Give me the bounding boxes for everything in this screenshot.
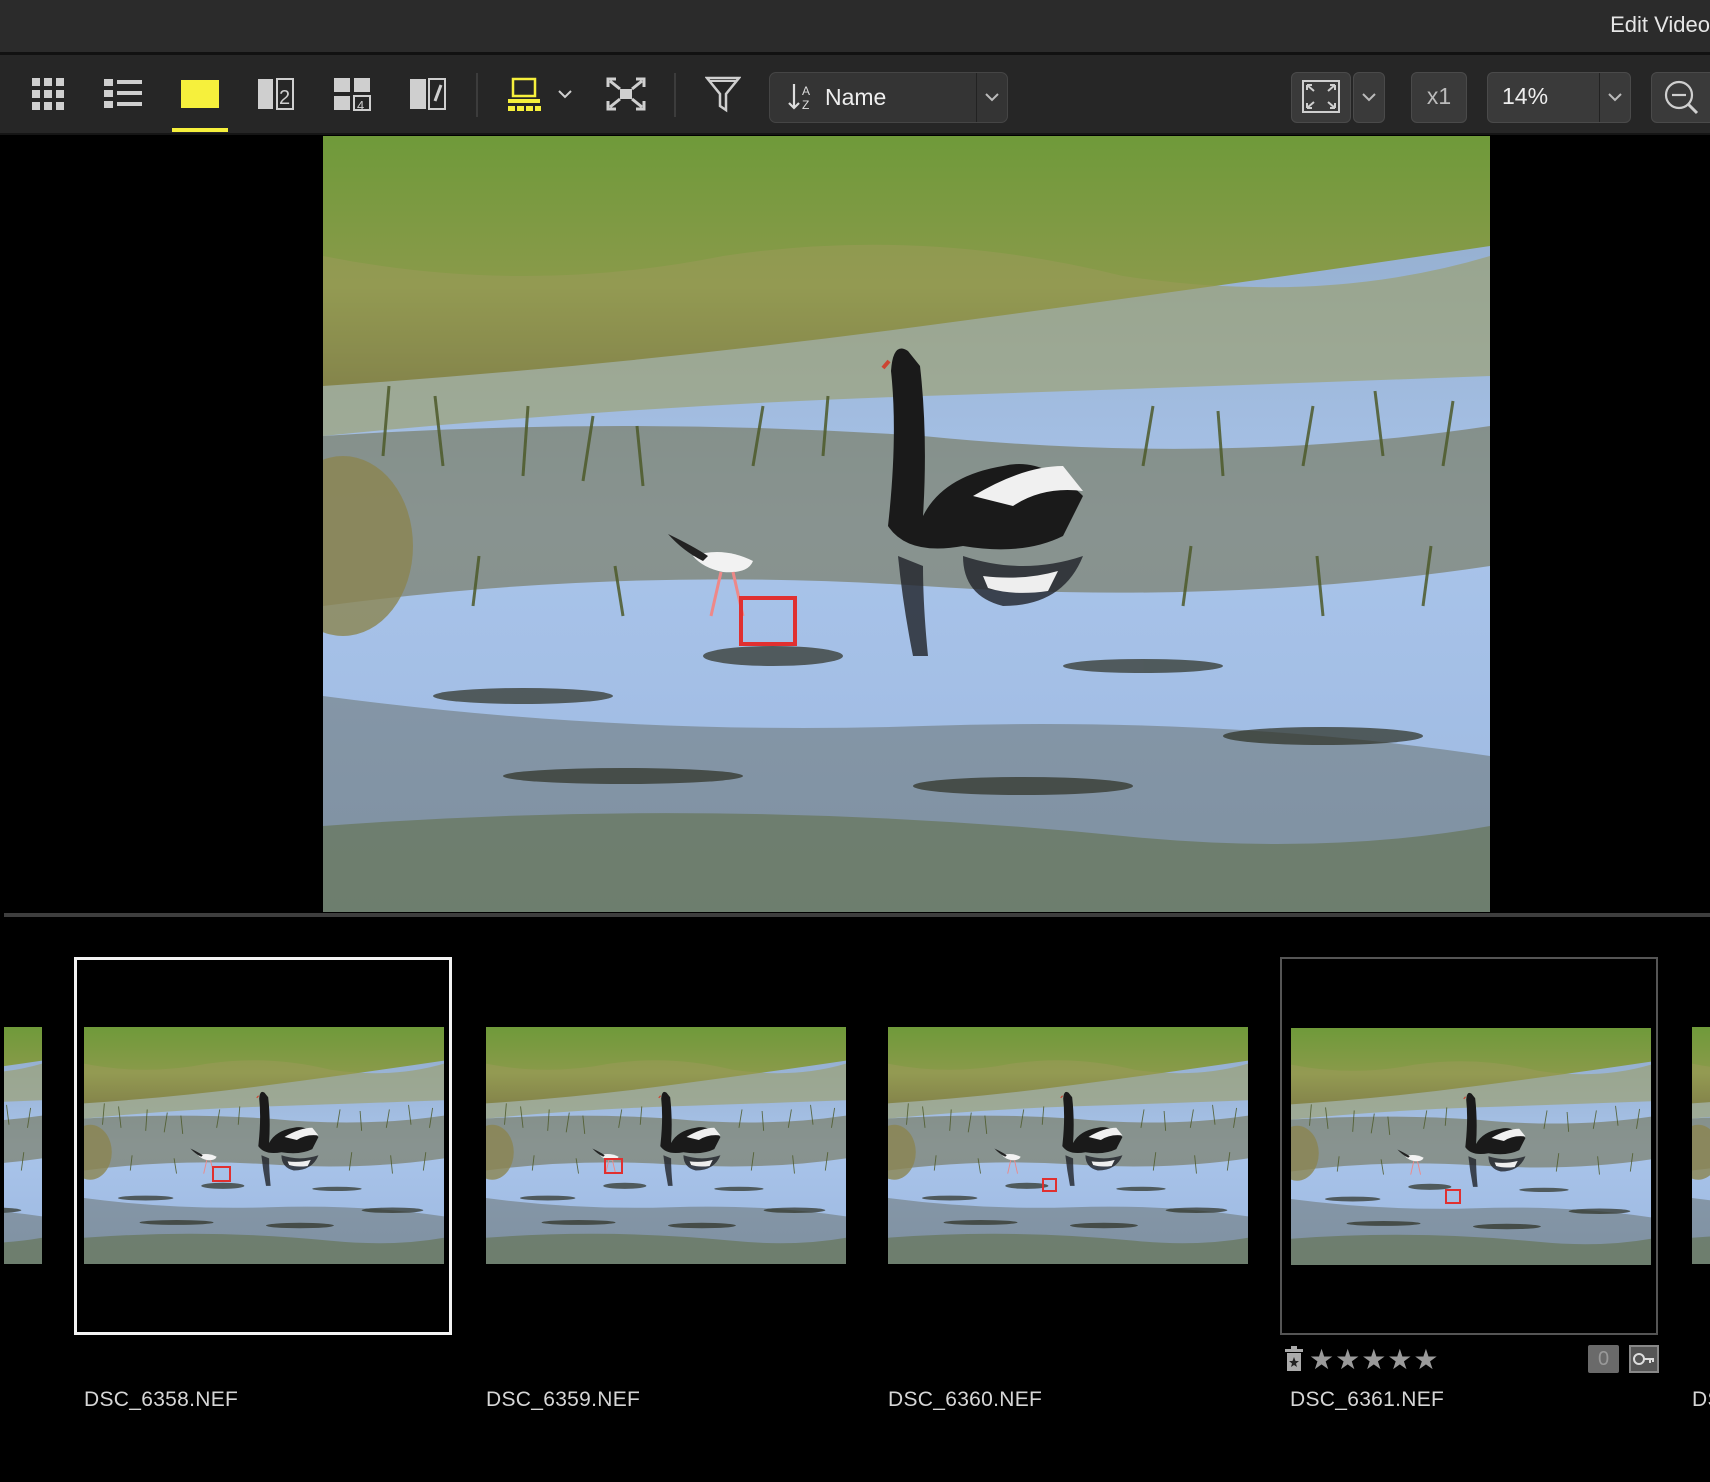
before-after-icon[interactable]	[402, 69, 454, 119]
focus-point	[1042, 1178, 1057, 1192]
thumbnail-image	[1291, 1028, 1651, 1265]
thumbnail-filename: DS	[1692, 1388, 1710, 1411]
thumbnail[interactable]	[878, 957, 1256, 1335]
filmstrip-partial-thumbnail-right[interactable]	[1692, 1027, 1710, 1264]
image-viewer	[0, 135, 1710, 913]
thumbnail-filename: DSC_6360.NEF	[888, 1388, 1043, 1411]
filmstrip-layout-icon[interactable]	[500, 69, 552, 119]
active-view-indicator	[172, 128, 228, 132]
single-view-icon[interactable]	[174, 69, 226, 119]
label-badge[interactable]: 0	[1588, 1345, 1619, 1373]
chevron-down-icon[interactable]	[976, 73, 1007, 122]
protect-key-icon[interactable]	[1629, 1345, 1659, 1373]
filter-icon[interactable]	[697, 69, 749, 119]
chevron-down-icon[interactable]	[1599, 73, 1630, 122]
thumbnail-selected[interactable]	[74, 957, 452, 1335]
filmstrip: DSC_6358.NEF DSC_6359.NEF DSC_6360.NEF ★…	[0, 917, 1710, 1482]
sort-order-icon: AZ	[786, 82, 818, 117]
thumbnail-filename: DSC_6358.NEF	[84, 1388, 239, 1411]
fullscreen-icon[interactable]	[600, 69, 652, 119]
thumbnail-image	[888, 1027, 1248, 1264]
label-count: 0	[1597, 1348, 1610, 1370]
grid-view-icon[interactable]	[22, 69, 74, 119]
filmstrip-partial-thumbnail-left[interactable]	[4, 1027, 42, 1264]
svg-text:4: 4	[357, 98, 364, 111]
toolbar: 2 4 AZ Name x1 14%	[0, 55, 1710, 135]
zoom-dropdown[interactable]: 14%	[1487, 72, 1631, 123]
magnification-button[interactable]: x1	[1411, 72, 1467, 123]
title-bar: Edit Video	[0, 0, 1710, 55]
magnification-label: x1	[1426, 83, 1452, 109]
compare-four-icon[interactable]: 4	[326, 69, 378, 119]
edit-video-button[interactable]: Edit Video	[1610, 12, 1710, 38]
thumbnail-image	[84, 1027, 444, 1264]
focus-point	[604, 1158, 623, 1174]
chevron-down-icon[interactable]	[1353, 72, 1385, 123]
svg-text:A: A	[802, 84, 810, 98]
thumbnail-hover[interactable]	[1280, 957, 1658, 1335]
svg-text:2: 2	[279, 87, 290, 109]
zoom-out-icon	[1652, 80, 1710, 126]
star-rating[interactable]: ★★★★★	[1309, 1343, 1440, 1376]
thumbnail-image	[486, 1027, 846, 1264]
sort-label: Name	[825, 84, 887, 110]
svg-text:Z: Z	[802, 98, 809, 112]
toolbar-separator	[476, 73, 478, 117]
toolbar-separator	[674, 73, 676, 117]
zoom-level: 14%	[1502, 83, 1549, 109]
list-view-icon[interactable]	[97, 69, 149, 119]
focus-point	[212, 1166, 231, 1182]
thumbnail[interactable]	[476, 957, 854, 1335]
trash-icon[interactable]	[1283, 1345, 1305, 1378]
fit-screen-button[interactable]	[1291, 72, 1351, 123]
focus-point	[1445, 1189, 1461, 1204]
chevron-down-icon[interactable]	[553, 69, 577, 119]
sort-dropdown[interactable]: AZ Name	[769, 72, 1008, 123]
main-photo[interactable]	[323, 136, 1490, 912]
focus-point	[739, 596, 797, 646]
compare-two-icon[interactable]: 2	[250, 69, 302, 119]
thumbnail-filename: DSC_6359.NEF	[486, 1388, 641, 1411]
thumbnail-filename: DSC_6361.NEF	[1290, 1388, 1445, 1411]
zoom-out-button[interactable]	[1651, 72, 1710, 123]
